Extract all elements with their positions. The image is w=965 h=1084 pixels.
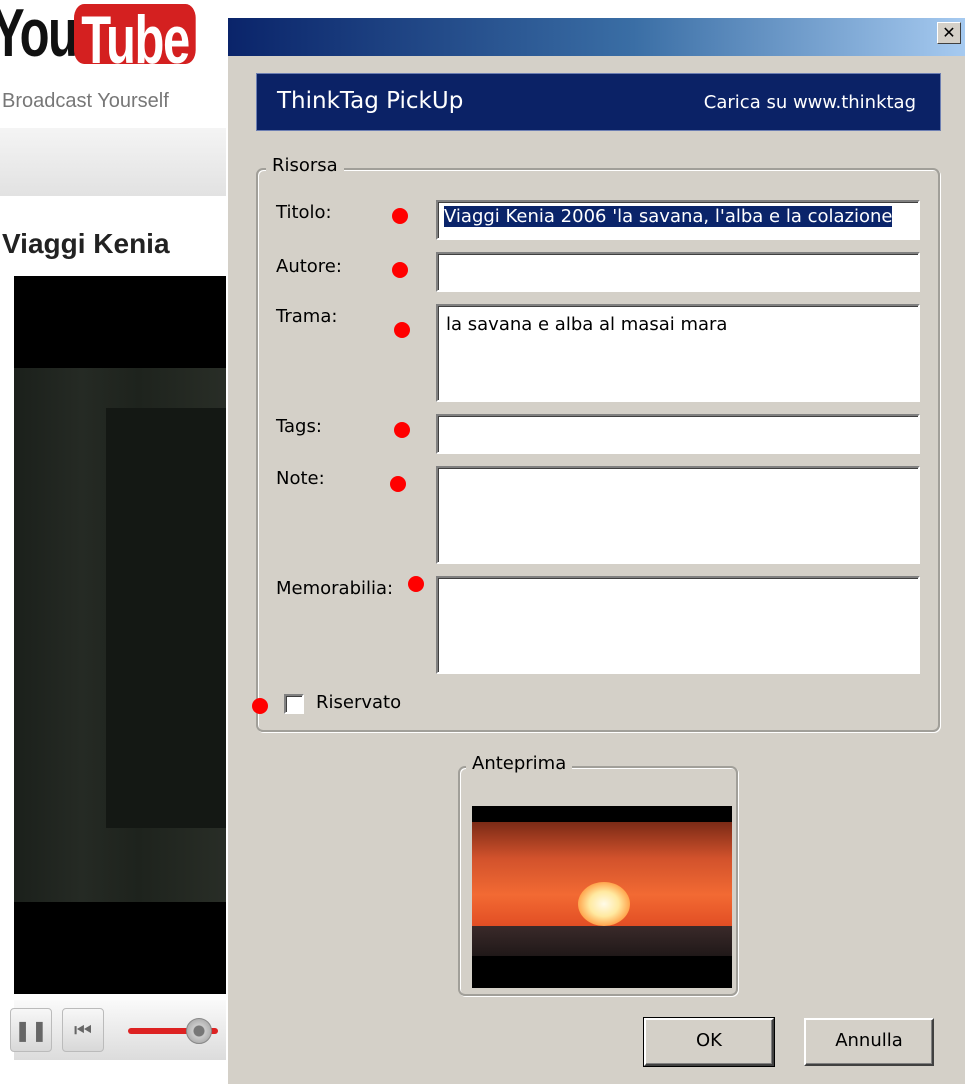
memorabilia-required-dot bbox=[408, 576, 424, 592]
anteprima-group: Anteprima bbox=[458, 753, 738, 996]
ok-button[interactable]: OK bbox=[643, 1017, 775, 1067]
pause-button[interactable]: ❚❚ bbox=[10, 1008, 52, 1052]
tags-label: Tags: bbox=[276, 416, 322, 437]
preview-image bbox=[472, 806, 732, 988]
titolo-required-dot bbox=[392, 208, 408, 224]
riservato-checkbox[interactable] bbox=[284, 694, 304, 714]
video-player[interactable] bbox=[14, 276, 240, 994]
autore-label: Autore: bbox=[276, 256, 342, 277]
trama-textarea[interactable]: la savana e alba al masai mara bbox=[436, 304, 920, 402]
dialog-banner: ThinkTag PickUp Carica su www.thinktag bbox=[256, 73, 941, 131]
titolo-label: Titolo: bbox=[276, 202, 332, 223]
anteprima-legend: Anteprima bbox=[466, 753, 573, 774]
close-button[interactable]: ✕ bbox=[937, 22, 961, 44]
trama-required-dot bbox=[394, 322, 410, 338]
trama-label: Trama: bbox=[276, 306, 338, 327]
autore-required-dot bbox=[392, 262, 408, 278]
preview-sun bbox=[578, 882, 630, 926]
cancel-button[interactable]: Annulla bbox=[804, 1018, 934, 1066]
preview-horizon bbox=[472, 926, 732, 956]
tags-required-dot bbox=[394, 422, 410, 438]
note-label: Note: bbox=[276, 468, 325, 489]
youtube-nav-band bbox=[0, 128, 240, 196]
riservato-required-dot bbox=[252, 698, 268, 714]
memorabilia-textarea[interactable] bbox=[436, 576, 920, 674]
previous-button[interactable]: ⏮ bbox=[62, 1008, 104, 1052]
tags-input[interactable] bbox=[436, 414, 920, 454]
banner-upload-link[interactable]: Carica su www.thinktag bbox=[704, 92, 916, 113]
volume-knob[interactable] bbox=[186, 1018, 212, 1044]
risorsa-legend: Risorsa bbox=[266, 155, 344, 176]
risorsa-group: Risorsa Titolo: Viaggi Kenia 2006 'la sa… bbox=[252, 155, 940, 732]
note-textarea[interactable] bbox=[436, 466, 920, 564]
youtube-background-page: You Tube Broadcast Yourself Viaggi Kenia… bbox=[0, 0, 240, 1084]
titolo-input[interactable]: Viaggi Kenia 2006 'la savana, l'alba e l… bbox=[436, 200, 920, 240]
memorabilia-label: Memorabilia: bbox=[276, 578, 394, 599]
riservato-label[interactable]: Riservato bbox=[316, 692, 401, 713]
note-required-dot bbox=[390, 476, 406, 492]
youtube-logo: You Tube bbox=[0, 0, 196, 72]
youtube-tagline: Broadcast Yourself bbox=[2, 90, 169, 112]
thinktag-pickup-dialog: ✕ ThinkTag PickUp Carica su www.thinktag… bbox=[226, 18, 965, 1084]
banner-title: ThinkTag PickUp bbox=[277, 88, 464, 114]
video-title: Viaggi Kenia bbox=[2, 228, 170, 259]
player-controls: ❚❚ ⏮ bbox=[10, 1000, 240, 1060]
autore-input[interactable] bbox=[436, 252, 920, 292]
dialog-titlebar[interactable]: ✕ bbox=[228, 18, 965, 56]
video-frame bbox=[14, 368, 240, 902]
